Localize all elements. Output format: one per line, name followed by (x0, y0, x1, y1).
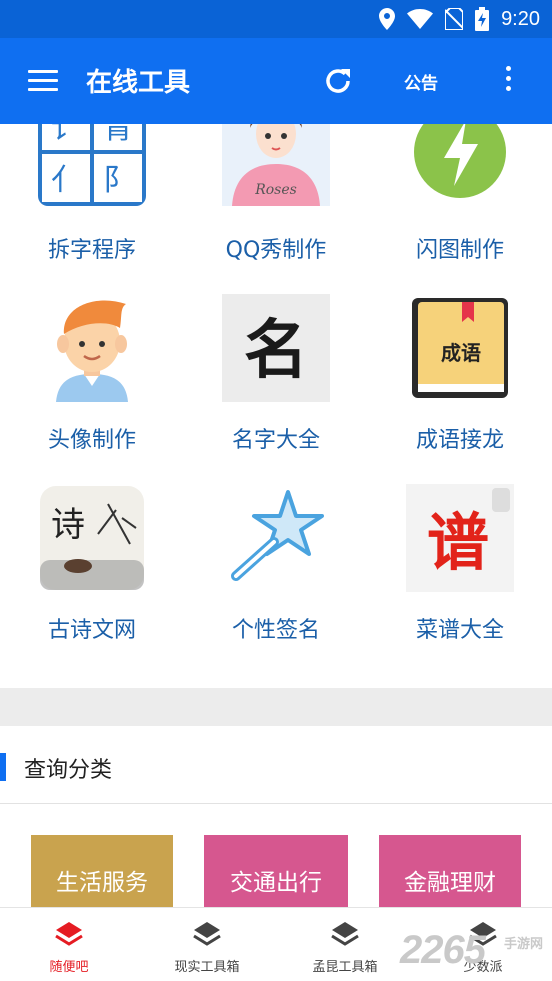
section-divider (0, 688, 552, 726)
no-sim-icon (445, 8, 464, 30)
layers-icon (193, 922, 221, 946)
tool-recipe[interactable]: 谱 菜谱大全 (368, 484, 552, 672)
notice-button[interactable]: 公告 (404, 69, 438, 94)
nav-label: 孟昆工具箱 (312, 960, 378, 975)
split-glyph-1: 讠 (51, 124, 81, 146)
nav-label: 随便吧 (49, 960, 89, 975)
tool-avatar[interactable]: 头像制作 (0, 294, 184, 482)
name-icon: 名 (222, 294, 330, 402)
recipe-glyph: 谱 (427, 506, 489, 579)
layers-icon (331, 922, 359, 946)
flash-icon (414, 124, 506, 198)
tool-label: 成语接龙 (415, 428, 504, 453)
refresh-icon[interactable] (322, 65, 354, 97)
wifi-icon (407, 9, 434, 29)
tool-label: 个性签名 (231, 618, 320, 643)
poetry-icon: 诗 (40, 486, 144, 590)
magic-wand-icon (231, 490, 324, 581)
tool-label: 古诗文网 (47, 618, 136, 643)
watermark-site: 手游网 (504, 937, 544, 952)
nav-item-reality-toolbox[interactable]: 现实工具箱 (138, 908, 276, 981)
tool-idiom[interactable]: 成语 成语接龙 (368, 294, 552, 482)
menu-icon[interactable] (28, 70, 58, 92)
category-finance[interactable]: 金融理财 (379, 835, 521, 909)
split-char-icon: 讠 青 亻 阝 (38, 124, 146, 206)
avatar-icon (56, 300, 128, 402)
status-time: 9:20 (501, 7, 540, 30)
section-marker (0, 753, 6, 781)
name-glyph: 名 (244, 313, 308, 388)
battery-charging-icon (475, 7, 490, 31)
qq-show-icon: Roses (222, 124, 330, 206)
section-title: 查询分类 (24, 758, 113, 783)
tool-label: 名字大全 (231, 428, 320, 453)
watermark-number: 2265 (400, 928, 486, 972)
split-glyph-3: 亻 (51, 163, 81, 198)
idiom-glyph: 成语 (441, 341, 481, 365)
tool-label: QQ秀制作 (225, 238, 327, 263)
tool-label: 菜谱大全 (415, 618, 504, 643)
tool-label: 拆字程序 (47, 238, 136, 263)
tools-grid: 讠 青 亻 阝 拆字程序 Roses QQ秀制作 闪图制作 头像制作 名 名字大… (0, 124, 552, 688)
tool-poetry[interactable]: 诗 古诗文网 (0, 484, 184, 672)
tool-label: 头像制作 (47, 428, 136, 453)
tool-qq-show[interactable]: Roses QQ秀制作 (184, 124, 368, 286)
nav-label: 现实工具箱 (174, 960, 240, 975)
category-life-services[interactable]: 生活服务 (31, 835, 173, 909)
nav-item-mengkun-toolbox[interactable]: 孟昆工具箱 (276, 908, 414, 981)
watermark-logo: 2265 手游网 (400, 928, 552, 976)
recipe-icon: 谱 (406, 484, 514, 592)
split-glyph-2: 青 (103, 124, 133, 146)
split-glyph-4: 阝 (103, 163, 133, 198)
poetry-glyph: 诗 (51, 505, 85, 545)
app-bar: 在线工具 公告 (0, 38, 552, 124)
tool-split-char[interactable]: 讠 青 亻 阝 拆字程序 (0, 124, 184, 286)
idiom-book-icon: 成语 (412, 298, 508, 398)
tool-names[interactable]: 名 名字大全 (184, 294, 368, 482)
tool-label: 闪图制作 (415, 238, 504, 263)
nav-item-suibianba[interactable]: 随便吧 (0, 908, 138, 981)
status-bar: 9:20 (0, 0, 552, 38)
section-header: 查询分类 (0, 726, 552, 804)
location-icon (379, 8, 396, 30)
svg-text:Roses: Roses (254, 182, 297, 198)
tool-signature[interactable]: 个性签名 (184, 484, 368, 672)
layers-icon (55, 922, 83, 946)
tool-flash[interactable]: 闪图制作 (368, 124, 552, 286)
app-title: 在线工具 (86, 68, 191, 98)
category-transport[interactable]: 交通出行 (204, 835, 348, 909)
more-vert-icon[interactable] (500, 66, 516, 96)
